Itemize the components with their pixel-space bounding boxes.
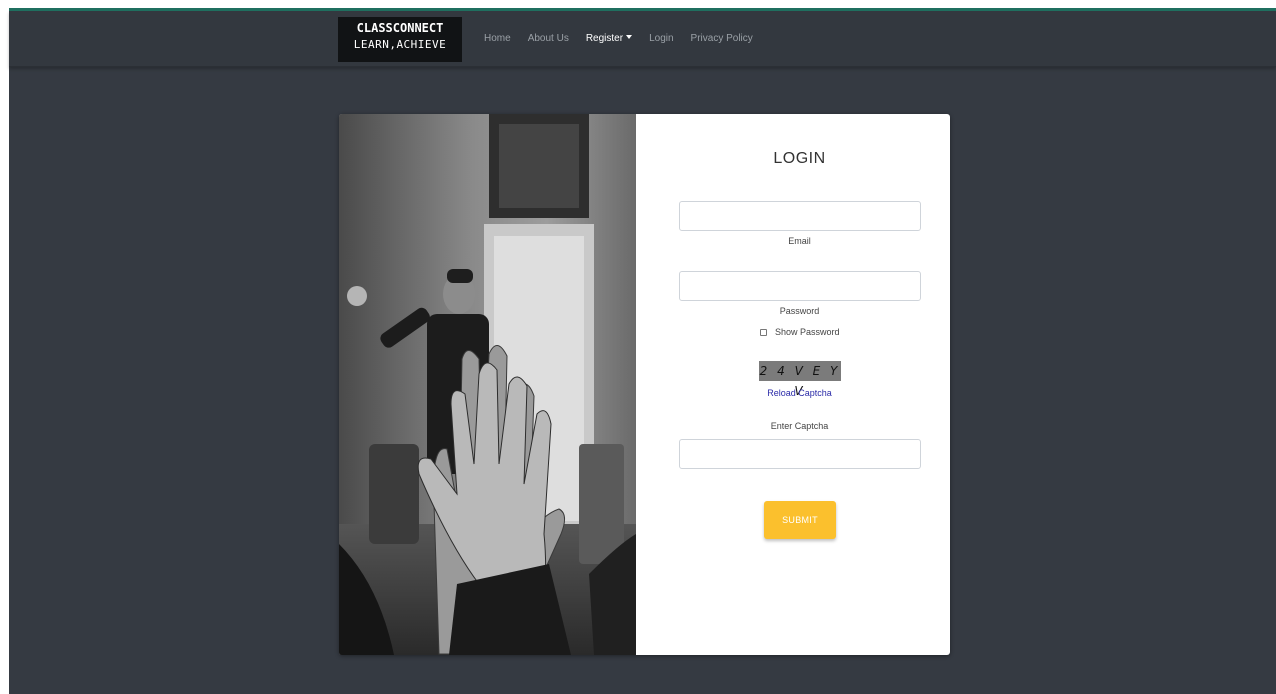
nav-register-dropdown[interactable]: Register <box>585 33 633 44</box>
reload-captcha-link[interactable]: Reload Captcha <box>636 388 950 398</box>
caret-down-icon <box>626 35 633 39</box>
photo-illustration <box>339 114 636 655</box>
submit-button[interactable]: SUBMIT <box>764 501 836 539</box>
show-password-toggle[interactable]: Show Password <box>760 327 840 337</box>
top-navbar: CLASSCONNECT LEARN,ACHIEVE Home About Us… <box>9 11 1276 67</box>
login-title: LOGIN <box>773 150 826 167</box>
show-password-label: Show Password <box>775 327 840 337</box>
captcha-input[interactable] <box>679 439 921 469</box>
nav-login[interactable]: Login <box>649 33 673 44</box>
brand-logo[interactable]: CLASSCONNECT LEARN,ACHIEVE <box>338 17 462 62</box>
nav-links: Home About Us Register Login Privacy Pol… <box>484 11 770 66</box>
brand-tagline: LEARN,ACHIEVE <box>353 38 447 51</box>
brand-name: CLASSCONNECT <box>356 21 444 35</box>
classroom-hands-raised-photo <box>339 114 636 655</box>
password-label: Password <box>779 306 820 316</box>
login-form: LOGIN Email Password Show Password 2 4 V… <box>636 114 950 655</box>
show-password-checkbox[interactable] <box>760 328 767 336</box>
nav-privacy-policy[interactable]: Privacy Policy <box>691 33 753 44</box>
enter-captcha-label: Enter Captcha <box>770 421 829 431</box>
login-card: LOGIN Email Password Show Password 2 4 V… <box>339 114 950 655</box>
top-accent-bar <box>9 8 1276 11</box>
password-input[interactable] <box>679 271 921 301</box>
captcha-image: 2 4 V E Y V <box>759 361 841 398</box>
email-input[interactable] <box>679 201 921 231</box>
nav-about-us[interactable]: About Us <box>528 33 569 44</box>
nav-home[interactable]: Home <box>484 33 511 44</box>
nav-register-label: Register <box>585 33 624 44</box>
email-label: Email <box>788 236 811 246</box>
